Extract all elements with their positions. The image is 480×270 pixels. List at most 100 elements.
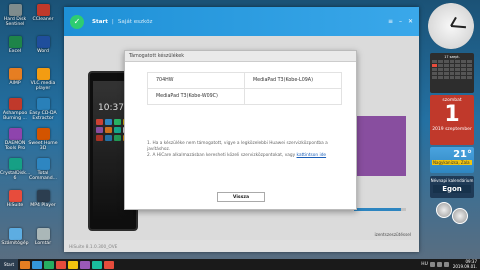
taskbar-app-icon[interactable] [68, 260, 78, 269]
desktop-icon-label: CrystalDisk... 6 [0, 171, 31, 182]
tray-clock[interactable]: 09:37 2019.09.01. [453, 259, 477, 269]
app-icon [8, 36, 22, 48]
calendar-day [449, 68, 455, 71]
volume-icon[interactable] [436, 262, 442, 267]
date-month-year: 2019 szeptember [432, 127, 472, 132]
calendar-day [432, 68, 437, 71]
calendar-day [455, 64, 461, 67]
table-cell: MediaPad T3(Kobe-W09C) [147, 88, 245, 105]
dialog-title: Támogatott készülékek [125, 51, 356, 62]
app-icon [8, 4, 22, 16]
network-icon[interactable] [429, 262, 435, 267]
desktop-icon[interactable]: Ashampoo Burning ... [0, 98, 30, 121]
calendar-day [461, 64, 467, 67]
desktop-icon[interactable]: Sweet Home 3D [28, 128, 58, 151]
desktop-icon-label: Számítógép [1, 241, 29, 246]
minimize-icon[interactable]: – [399, 18, 402, 25]
desktop-icon[interactable]: Excel [0, 36, 30, 54]
taskbar-app-icon[interactable] [44, 260, 54, 269]
table-cell [244, 88, 342, 105]
table-cell: MediaPad T3(Kobe-L09A) [244, 72, 342, 89]
taskbar-app-icon[interactable] [32, 260, 42, 269]
desktop-icon[interactable]: Lomtár [28, 228, 58, 246]
app-icon [36, 228, 50, 240]
desktop-icon[interactable]: DAEMON Tools Pro [0, 128, 30, 151]
date-day-number: 1 [444, 102, 460, 127]
start-button[interactable]: Start [0, 259, 18, 270]
back-button[interactable]: Vissza [217, 192, 265, 202]
desktop-icon[interactable]: VLC media player [28, 68, 58, 91]
desktop-icon[interactable]: Total Command... [28, 158, 58, 181]
weather-temperature: 21° [453, 149, 472, 160]
calendar-day [449, 60, 455, 63]
desktop-icon[interactable]: Hard Disk Sentinel [0, 4, 30, 27]
taskbar-app-icon[interactable] [56, 260, 66, 269]
calendar-day [432, 76, 437, 79]
desktop-icon-label: Word [37, 49, 49, 54]
taskbar-app-icon[interactable] [92, 260, 102, 269]
window-controls: ≡ – ✕ [388, 18, 413, 25]
desktop-icon-label: MP4 Player [30, 203, 56, 208]
app-icon [8, 228, 22, 240]
calendar-day [432, 64, 437, 67]
mini-calendar-gadget: 17 szept. [430, 53, 474, 93]
tab-start[interactable]: Start [92, 19, 108, 25]
calendar-day [455, 76, 461, 79]
calendar-day [455, 60, 461, 63]
click-here-link[interactable]: kattintson ide [297, 153, 327, 158]
desktop-icon[interactable]: AIMP [0, 68, 30, 86]
desktop-icon[interactable]: MP4 Player [28, 190, 58, 208]
analog-clock-gadget [428, 3, 474, 49]
calendar-day [461, 60, 467, 63]
battery-icon[interactable] [443, 262, 449, 267]
avatar[interactable] [452, 208, 468, 224]
language-indicator[interactable]: HU [421, 262, 428, 267]
close-icon[interactable]: ✕ [408, 18, 413, 25]
avatar[interactable] [436, 202, 452, 218]
desktop-icon-label: AIMP [9, 81, 21, 86]
desktop-icon[interactable]: Easy CD-DA Extractor [28, 98, 58, 121]
taskbar-app-icon[interactable] [20, 260, 30, 269]
supported-devices-table: 704HW MediaPad T3(Kobe-L09A) MediaPad T3… [147, 72, 342, 105]
tab-own-device[interactable]: Saját eszköz [118, 19, 153, 25]
app-icon [8, 128, 22, 140]
desktop-icon[interactable]: Számítógép [0, 228, 30, 246]
hisuite-header: ✓ Start | Saját eszköz ≡ – ✕ [64, 7, 419, 36]
desktop-icon[interactable]: CCleaner [28, 4, 58, 22]
app-icon [8, 68, 22, 80]
app-icon [8, 158, 22, 170]
desktop-icon-label: Easy CD-DA Extractor [29, 111, 57, 122]
desktop-icon-label: CCleaner [32, 17, 54, 22]
table-row: 704HW MediaPad T3(Kobe-L09A) [147, 72, 342, 89]
desktop-icon-label: Sweet Home 3D [28, 141, 58, 152]
desktop-icon[interactable]: Word [28, 36, 58, 54]
tab-separator: | [111, 18, 114, 25]
calendar-day [449, 64, 455, 67]
clock-minute-hand [450, 25, 467, 29]
taskbar-app-icon[interactable] [104, 260, 114, 269]
desktop-icon[interactable]: CrystalDisk... 6 [0, 158, 30, 181]
calendar-day [437, 60, 443, 63]
hisuite-logo-icon: ✓ [70, 14, 84, 29]
calendar-day [461, 72, 467, 75]
nameday-gadget: Névnapi kalendárium Egon [430, 176, 474, 198]
taskbar: Start HU 09:37 2019.09.01. [0, 259, 480, 270]
menu-icon[interactable]: ≡ [388, 18, 393, 25]
system-tray: HU 09:37 2019.09.01. [421, 259, 480, 269]
desktop-icon[interactable]: HiSuite [0, 190, 30, 208]
calendar-day [467, 64, 472, 67]
note-2: 2. A HiCare alkalmazásban keresheti köze… [147, 153, 342, 159]
taskbar-app-icon[interactable] [80, 260, 90, 269]
calendar-day [461, 68, 467, 71]
calendar-day [443, 60, 449, 63]
calendar-day [443, 72, 449, 75]
calendar-day [449, 72, 455, 75]
desktop-icon-label: Ashampoo Burning ... [2, 111, 28, 122]
app-icon [36, 36, 50, 48]
calendar-day [437, 68, 443, 71]
weather-gadget: 21° Nagykanizsa, Zala [430, 147, 474, 173]
app-icon [36, 158, 50, 170]
app-icon [8, 98, 22, 110]
contacts-gadget[interactable] [430, 202, 474, 228]
calendar-day [437, 72, 443, 75]
